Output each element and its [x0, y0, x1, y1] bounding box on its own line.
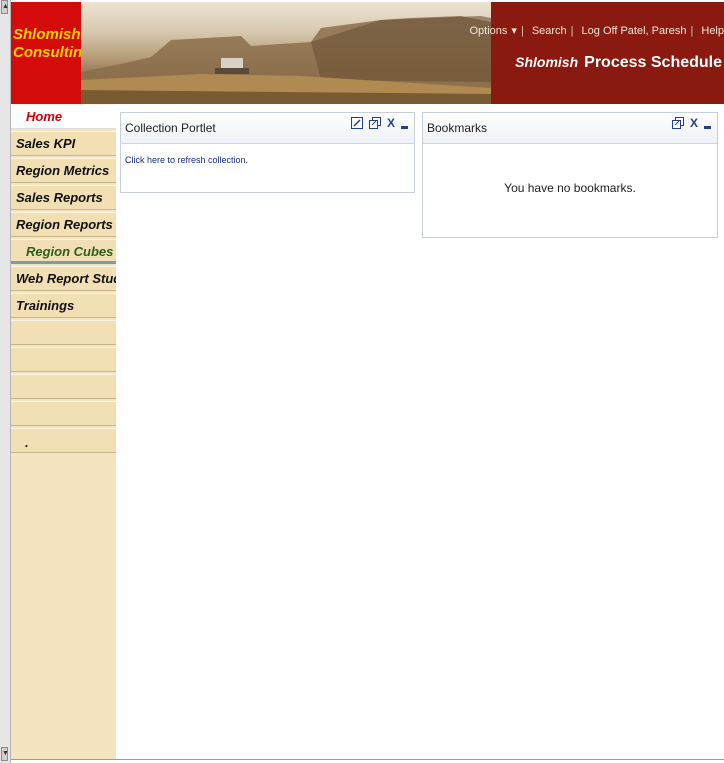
portlet-title: Collection Portlet: [125, 121, 216, 135]
app-title-text: Process Schedule: [584, 54, 722, 71]
close-icon[interactable]: X: [690, 117, 698, 129]
minimize-icon[interactable]: [704, 126, 711, 129]
sidebar-item-empty[interactable]: [11, 374, 116, 399]
portlet-header: Bookmarks X: [423, 113, 717, 144]
refresh-collection-link[interactable]: Click here to refresh collection.: [125, 155, 248, 165]
search-link[interactable]: Search: [532, 25, 567, 37]
scroll-up-icon[interactable]: ▲: [1, 0, 9, 14]
logo-line-1: Shlomish: [13, 26, 81, 43]
popout-icon[interactable]: [671, 117, 684, 129]
options-label: Options: [469, 25, 508, 37]
sidebar-item-region-cubes[interactable]: Region Cubes: [11, 239, 116, 264]
sidebar-item-empty[interactable]: [11, 320, 116, 345]
bookmarks-portlet: Bookmarks X You have no bookmarks.: [422, 112, 718, 238]
portlet-title: Bookmarks: [427, 121, 488, 135]
sidebar-item-dot[interactable]: .: [11, 428, 116, 453]
log-off-link[interactable]: Log Off Patel, Paresh: [582, 25, 687, 37]
page-bottom-border: [11, 759, 724, 760]
vertical-scrollbar[interactable]: ▲ ▼: [0, 0, 11, 763]
nav-divider: |: [520, 25, 524, 37]
scroll-down-icon[interactable]: ▼: [1, 747, 9, 761]
page-header: Shlomish Consulting Options ▾ | Search | Log …: [11, 2, 724, 104]
minimize-icon[interactable]: [401, 126, 408, 129]
sidebar-navigation: Home Sales KPI Region Metrics Sales Repo…: [11, 104, 116, 759]
app-title-brand: Shlomish: [515, 54, 579, 70]
sidebar-item-region-metrics[interactable]: Region Metrics: [11, 158, 116, 183]
close-icon[interactable]: X: [387, 117, 395, 129]
sidebar-item-trainings[interactable]: Trainings: [11, 293, 116, 318]
portlet-actions: X: [350, 117, 408, 129]
chevron-down-icon: ▾: [511, 25, 517, 37]
portlet-header: Collection Portlet X: [121, 113, 414, 144]
sidebar-item-empty[interactable]: [11, 347, 116, 372]
sidebar-item-home[interactable]: Home: [11, 104, 116, 129]
logo-line-2: Consulting: [13, 44, 92, 61]
sidebar-item-web-report-studio[interactable]: Web Report Studio: [11, 266, 116, 291]
sidebar-item-sales-kpi[interactable]: Sales KPI: [11, 131, 116, 156]
sidebar-item-region-reports[interactable]: Region Reports: [11, 212, 116, 237]
top-navigation: Options ▾ | Search | Log Off Patel, Paresh | He…: [462, 24, 724, 37]
no-bookmarks-message: You have no bookmarks.: [504, 181, 636, 195]
header-banner-image: [81, 2, 491, 104]
collection-portlet: Collection Portlet X Click here to refre…: [120, 112, 415, 193]
app-title: Shlomish Process Schedule: [515, 54, 722, 72]
sidebar-item-empty[interactable]: [11, 401, 116, 426]
edit-icon[interactable]: [350, 117, 363, 129]
nav-divider: |: [570, 25, 574, 37]
options-menu[interactable]: Options ▾: [466, 25, 517, 37]
popout-icon[interactable]: [368, 117, 381, 129]
nav-divider: |: [690, 25, 694, 37]
sidebar-item-sales-reports[interactable]: Sales Reports: [11, 185, 116, 210]
portlet-actions: X: [671, 117, 711, 129]
company-logo[interactable]: Shlomish Consulting: [11, 2, 92, 104]
help-link[interactable]: Help: [701, 25, 724, 37]
